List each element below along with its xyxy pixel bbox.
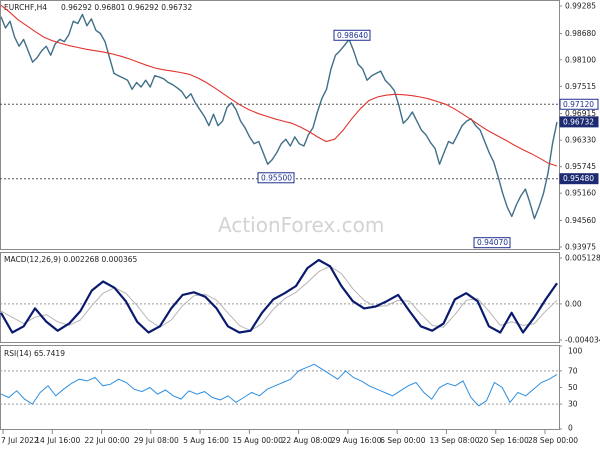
time-tick-label: 22 Jul 00:00: [85, 436, 130, 445]
svg-text:0.98640: 0.98640: [337, 31, 368, 40]
svg-text:0.95480: 0.95480: [563, 174, 594, 183]
time-tick-label: 29 Jul 08:00: [134, 436, 179, 445]
ohlc-readout: 0.96292 0.96801 0.96292 0.96732: [61, 3, 192, 12]
svg-text:0.95500: 0.95500: [261, 173, 292, 182]
rsi-tick-label: 100: [568, 347, 583, 356]
macd-tick-label: 0.005128: [565, 254, 600, 263]
resistance-price-label: 0.97120: [559, 98, 599, 110]
macd-title: MACD(12,26,9) 0.002268 0.000365: [4, 255, 138, 264]
price-tick-label: 0.96330: [565, 136, 596, 145]
symbol-timeframe-label: EURCHF,H4: [4, 3, 47, 12]
september-low-callout: 0.94070: [473, 237, 511, 249]
price-tick-label: 0.98100: [565, 55, 596, 64]
price-tick-label: 0.98680: [565, 29, 596, 38]
time-tick-label: 22 Aug 08:00: [282, 436, 333, 445]
time-tick-label: 14 Jul 16:00: [35, 436, 80, 445]
time-tick-label: 15 Aug 00:00: [232, 436, 283, 445]
time-tick-label: 6 Sep 00:00: [380, 436, 426, 445]
svg-text:0.97120: 0.97120: [563, 100, 594, 109]
current-price-label: 0.96732: [559, 116, 599, 128]
macd-tick-label: -0.004034: [565, 336, 600, 345]
price-tick-label: 0.95160: [565, 189, 596, 198]
rsi-tick-label: 50: [568, 383, 578, 392]
svg-text:0.96732: 0.96732: [563, 117, 594, 126]
rsi-title: RSI(14) 65.7419: [4, 349, 65, 358]
macd-tick-label: 0.00: [565, 299, 582, 308]
watermark: ActionForex.com: [218, 213, 384, 237]
rsi-tick-label: 30: [568, 400, 578, 409]
chart-svg: ActionForex.com EURCHF,H4 0.96292 0.9680…: [0, 0, 600, 450]
time-tick-label: 13 Sep 08:00: [429, 436, 479, 445]
time-tick-label: 29 Aug 16:00: [331, 436, 382, 445]
time-tick-label: 5 Aug 16:00: [183, 436, 229, 445]
price-tick-label: 0.99285: [565, 2, 596, 11]
time-tick-label: 20 Sep 16:00: [479, 436, 529, 445]
rsi-tick-label: 0: [568, 424, 573, 433]
support-price-label: 0.95480: [559, 173, 599, 185]
time-tick-label: 28 Sep 00:00: [528, 436, 578, 445]
time-tick-label: 7 Jul 2022: [1, 436, 39, 445]
chart-root: ActionForex.com EURCHF,H4 0.96292 0.9680…: [0, 0, 600, 450]
rsi-tick-label: 70: [568, 366, 578, 375]
price-tick-label: 0.93975: [565, 243, 596, 252]
high-price-callout: 0.98640: [333, 29, 371, 41]
svg-text:0.94070: 0.94070: [477, 238, 508, 247]
price-tick-label: 0.95745: [565, 162, 596, 171]
august-low-callout: 0.95500: [257, 172, 295, 184]
price-tick-label: 0.94560: [565, 216, 596, 225]
price-tick-label: 0.97515: [565, 82, 596, 91]
